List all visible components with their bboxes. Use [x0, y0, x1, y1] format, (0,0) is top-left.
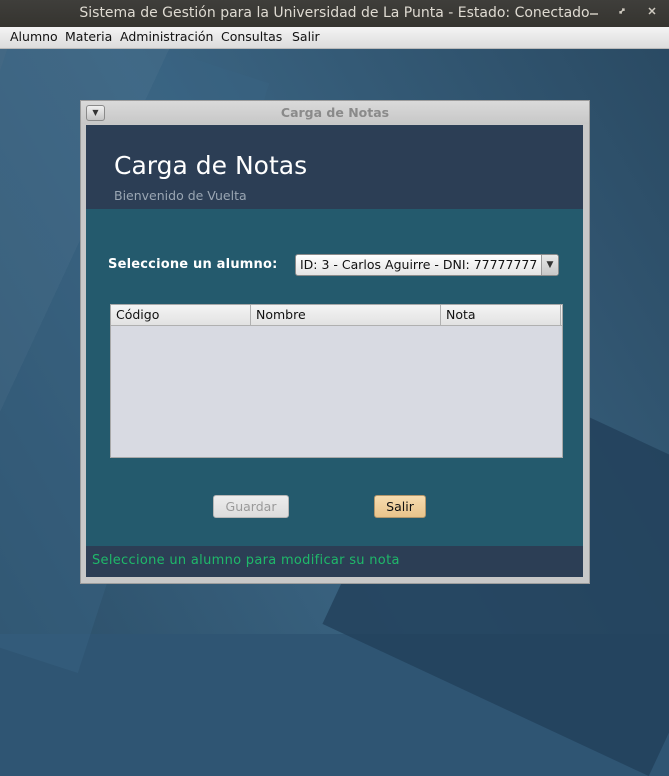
- frame-header: Carga de Notas Bienvenido de Vuelta: [86, 125, 583, 209]
- notas-table[interactable]: Código Nombre Nota: [110, 304, 563, 458]
- minimize-icon[interactable]: [586, 5, 602, 21]
- window-titlebar: Sistema de Gestión para la Universidad d…: [0, 0, 669, 27]
- status-bar: Seleccione un alumno para modificar su n…: [86, 546, 583, 577]
- window-title: Sistema de Gestión para la Universidad d…: [79, 5, 590, 21]
- column-header-nombre[interactable]: Nombre: [251, 305, 441, 325]
- close-icon[interactable]: [644, 5, 660, 21]
- chevron-down-icon[interactable]: ▼: [541, 255, 558, 275]
- page-subtitle: Bienvenido de Vuelta: [114, 188, 247, 203]
- guardar-button[interactable]: Guardar: [213, 495, 289, 518]
- status-message: Seleccione un alumno para modificar su n…: [92, 553, 400, 568]
- menu-alumno[interactable]: Alumno: [10, 29, 58, 44]
- column-header-codigo[interactable]: Código: [111, 305, 251, 325]
- table-header: Código Nombre Nota: [111, 305, 562, 326]
- page-title: Carga de Notas: [114, 151, 308, 180]
- internal-frame-title: Carga de Notas: [280, 105, 390, 120]
- menu-consultas[interactable]: Consultas: [221, 29, 282, 44]
- menu-bar: Alumno Materia Administración Consultas …: [0, 27, 669, 49]
- column-header-nota[interactable]: Nota: [441, 305, 561, 325]
- carga-notas-frame: ▼ Carga de Notas Carga de Notas Bienveni…: [80, 100, 590, 584]
- menu-salir[interactable]: Salir: [292, 29, 320, 44]
- frame-content: Carga de Notas Bienvenido de Vuelta Sele…: [86, 125, 583, 577]
- menu-administracion[interactable]: Administración: [120, 29, 213, 44]
- menu-materia[interactable]: Materia: [65, 29, 112, 44]
- restore-icon[interactable]: [614, 5, 630, 21]
- salir-button[interactable]: Salir: [374, 495, 426, 518]
- alumno-combobox[interactable]: ID: 3 - Carlos Aguirre - DNI: 77777777 ▼: [295, 254, 559, 276]
- internal-frame-titlebar[interactable]: ▼ Carga de Notas: [81, 101, 589, 124]
- select-alumno-label: Seleccione un alumno:: [108, 257, 278, 272]
- alumno-combobox-value: ID: 3 - Carlos Aguirre - DNI: 77777777: [300, 257, 538, 272]
